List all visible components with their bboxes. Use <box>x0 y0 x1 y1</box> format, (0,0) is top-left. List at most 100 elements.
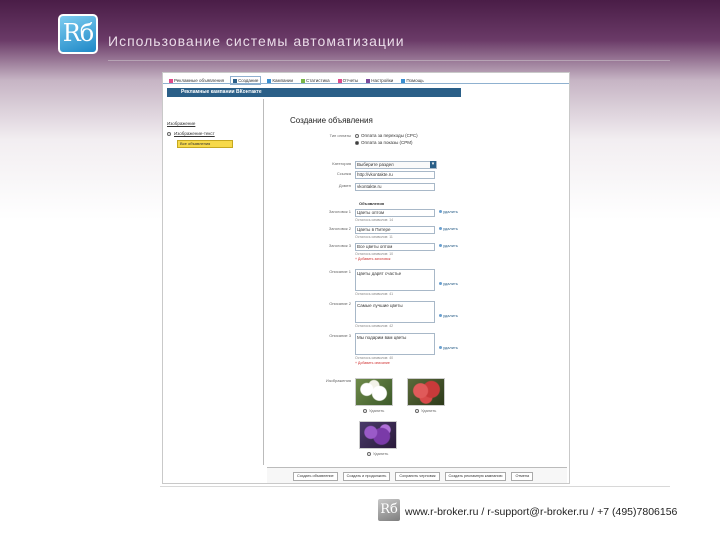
delete-link[interactable]: удалить <box>439 281 458 286</box>
delete-label: удалить <box>443 209 458 214</box>
field-label: Заголовок 2 <box>328 226 351 231</box>
images-row: Изображения Удалить Удалить <box>267 378 445 413</box>
image-delete[interactable]: Удалить <box>363 408 393 413</box>
field-label: Заголовок 1 <box>328 209 351 214</box>
char-counter: Осталось символов: 40 <box>355 356 394 360</box>
field-label: Изображения <box>325 378 351 383</box>
tab-color-icon <box>267 78 272 83</box>
field-label: Домен <box>338 183 351 188</box>
image-delete-label: Удалить <box>369 408 385 413</box>
image-item: Удалить <box>355 378 393 413</box>
delete-label: удалить <box>443 313 458 318</box>
radio-icon[interactable] <box>367 451 371 456</box>
flower-image-purple[interactable] <box>359 421 397 449</box>
headline-row: Заголовок 3 Все цветы оптом Осталось сим… <box>267 243 458 261</box>
headline-input[interactable]: Цветы оптом <box>355 209 435 217</box>
tab-color-icon <box>301 78 306 83</box>
tab-color-icon <box>366 78 371 83</box>
delete-link[interactable]: удалить <box>439 209 458 214</box>
cancel-button[interactable]: Отмена <box>511 472 534 481</box>
flower-image-red[interactable] <box>407 378 445 406</box>
description-textarea[interactable]: Мы подарим вам цветы <box>355 333 435 355</box>
delete-icon <box>439 210 442 213</box>
left-panel-label[interactable]: Изображение <box>167 121 259 126</box>
tab-color-icon <box>233 78 238 83</box>
field-label: Ссылка <box>336 171 351 176</box>
footer-logo: Rб <box>377 498 401 522</box>
delete-link[interactable]: удалить <box>439 226 458 231</box>
image-delete-label: Удалить <box>373 451 389 456</box>
char-counter: Осталось символов: 41 <box>355 292 394 296</box>
image-delete[interactable]: Удалить <box>415 408 445 413</box>
option-label: Оплата за показы (CPM) <box>361 140 413 145</box>
payment-type-options: Оплата за переходы (CPC) Оплата за показ… <box>355 133 418 145</box>
headline-input[interactable]: Цветы в Питере <box>355 226 435 234</box>
pay-option-cpm[interactable]: Оплата за показы (CPM) <box>355 140 418 145</box>
create-campaign-button[interactable]: Создать рекламную кампанию <box>444 472 507 481</box>
title-divider <box>108 60 670 61</box>
domain-row: Домен vkontakte.ru <box>267 183 435 191</box>
image-delete[interactable]: Удалить <box>367 451 397 456</box>
delete-label: удалить <box>443 281 458 286</box>
radio-icon[interactable] <box>355 133 359 138</box>
radio-icon[interactable] <box>167 131 171 136</box>
create-continue-button[interactable]: Создать и продолжить <box>342 472 391 481</box>
flower-image-white[interactable] <box>355 378 393 406</box>
headline-row: Заголовок 2 Цветы в Питере Осталось симв… <box>267 226 458 239</box>
field-label: Описание 3 <box>329 333 351 338</box>
category-select[interactable]: Выберите раздел <box>355 161 437 169</box>
char-counter: Осталось символов: 14 <box>355 218 394 222</box>
link-input[interactable]: http://vkontakte.ru <box>355 171 435 179</box>
description-textarea[interactable]: Самые лучшие цветы <box>355 301 435 323</box>
radio-icon[interactable] <box>415 408 419 413</box>
headline-input[interactable]: Все цветы оптом <box>355 243 435 251</box>
form-actions: Создать объявление Создать и продолжить … <box>267 467 567 483</box>
char-counter: Осталось символов: 42 <box>355 324 394 328</box>
image-item: Удалить <box>359 421 397 456</box>
field-label: Описание 1 <box>329 269 351 274</box>
delete-label: удалить <box>443 226 458 231</box>
radio-icon[interactable] <box>363 408 367 413</box>
tab-color-icon <box>401 78 406 83</box>
logo: Rб <box>58 14 98 54</box>
headline-row: Заголовок 1 Цветы оптом Осталось символо… <box>267 209 458 222</box>
slide-title: Использование системы автоматизации <box>108 33 405 49</box>
all-ads-button[interactable]: Все объявления <box>177 140 233 148</box>
category-row: Категория Выберите раздел <box>267 161 437 169</box>
field-label: Заголовок 3 <box>328 243 351 248</box>
save-draft-button[interactable]: Сохранить черновик <box>395 472 440 481</box>
ad-type-radio[interactable]: Изображение-текст <box>167 131 259 136</box>
section-title: Объявления <box>359 201 385 206</box>
radio-icon[interactable] <box>355 140 359 145</box>
description-row: Описание 1 Цветы дарят счастье Осталось … <box>267 269 458 296</box>
delete-link[interactable]: удалить <box>439 313 458 318</box>
description-textarea[interactable]: Цветы дарят счастье <box>355 269 435 291</box>
create-ad-button[interactable]: Создать объявление <box>293 472 338 481</box>
left-panel: Изображение Изображение-текст Все объявл… <box>167 121 259 148</box>
link-row: Ссылка http://vkontakte.ru <box>267 171 435 179</box>
app-screenshot: Рекламные объявления Создание Кампании С… <box>162 72 570 484</box>
form-title: Создание объявления <box>290 116 373 125</box>
char-counter: Осталось символов: 10 <box>355 252 394 256</box>
add-headline-link[interactable]: + Добавить заголовок <box>355 257 435 261</box>
delete-icon <box>439 314 442 317</box>
delete-icon <box>439 244 442 247</box>
tab-divider <box>163 83 569 84</box>
domain-input[interactable]: vkontakte.ru <box>355 183 435 191</box>
delete-link[interactable]: удалить <box>439 345 458 350</box>
tab-color-icon <box>169 78 173 83</box>
option-label: Оплата за переходы (CPC) <box>361 133 418 138</box>
image-delete-label: Удалить <box>421 408 437 413</box>
pay-option-cpc[interactable]: Оплата за переходы (CPC) <box>355 133 418 138</box>
delete-link[interactable]: удалить <box>439 243 458 248</box>
image-list: Удалить Удалить <box>355 378 445 413</box>
field-label: Тип оплаты <box>329 133 351 138</box>
delete-label: удалить <box>443 345 458 350</box>
tab-color-icon <box>337 78 342 83</box>
description-row: Описание 3 Мы подарим вам цветы Осталось… <box>267 333 458 365</box>
add-description-link[interactable]: + Добавить описание <box>355 361 435 365</box>
footer-divider <box>160 486 670 487</box>
description-row: Описание 2 Самые лучшие цветы Осталось с… <box>267 301 458 328</box>
delete-icon <box>439 346 442 349</box>
char-counter: Осталось символов: 11 <box>355 235 393 239</box>
